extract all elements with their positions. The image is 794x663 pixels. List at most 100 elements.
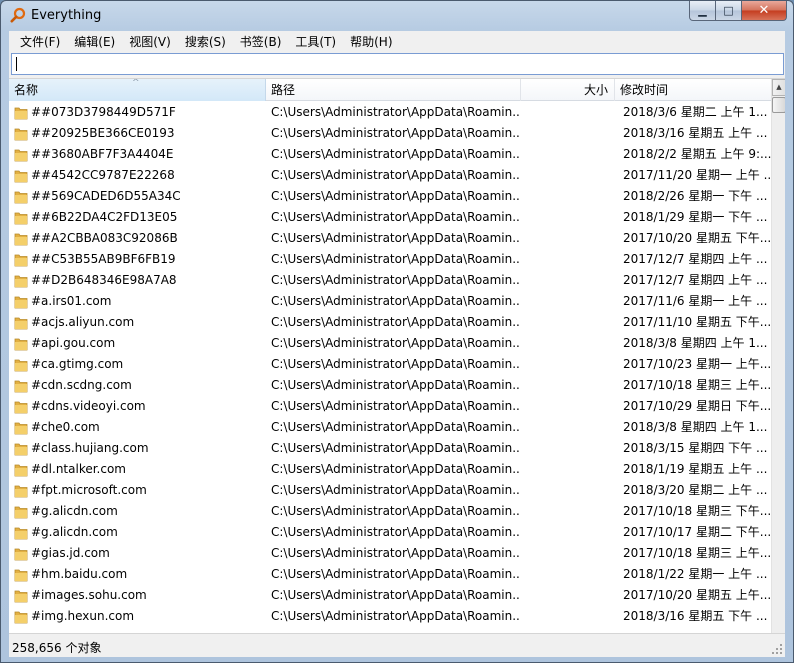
- folder-icon: [14, 170, 28, 183]
- table-row[interactable]: ##073D3798449D571F C:\Users\Administrator…: [9, 102, 771, 123]
- scroll-up-button[interactable]: ▲: [772, 79, 785, 96]
- file-path: C:\Users\Administrator\AppData\Roamin...: [271, 210, 521, 224]
- file-modified: 2018/2/2 星期五 上午 9:...: [623, 147, 771, 161]
- results-list[interactable]: ^ 名称 路径 大小 修改时间 ##073D3798449D571F C:\Use…: [9, 78, 785, 633]
- table-row[interactable]: #che0.com C:\Users\Administrator\AppData\…: [9, 417, 771, 438]
- close-icon: ✕: [758, 3, 770, 18]
- search-input[interactable]: [11, 53, 784, 75]
- table-row[interactable]: #g.alicdn.com C:\Users\Administrator\AppD…: [9, 522, 771, 543]
- table-row[interactable]: #images.sohu.com C:\Users\Administrator\A…: [9, 585, 771, 606]
- table-row[interactable]: #ca.gtimg.com C:\Users\Administrator\AppD…: [9, 354, 771, 375]
- column-header-path[interactable]: 路径: [266, 79, 521, 101]
- table-row[interactable]: ##A2CBBA083C92086B C:\Users\Administrator…: [9, 228, 771, 249]
- table-row[interactable]: #dl.ntalker.com C:\Users\Administrator\Ap…: [9, 459, 771, 480]
- table-row[interactable]: ##D2B648346E98A7A8 C:\Users\Administrator…: [9, 270, 771, 291]
- status-bar: 258,656 个对象: [9, 633, 785, 657]
- table-row[interactable]: #g.alicdn.com C:\Users\Administrator\AppD…: [9, 501, 771, 522]
- column-header-size[interactable]: 大小: [521, 79, 615, 101]
- file-name: ##569CADED6D55A34C: [31, 189, 181, 203]
- file-name: ##4542CC9787E22268: [31, 168, 175, 182]
- column-header-path-label: 路径: [271, 83, 296, 97]
- column-header-name[interactable]: ^ 名称: [9, 79, 266, 101]
- resize-grip-icon[interactable]: [771, 643, 783, 655]
- file-modified: 2018/1/19 星期五 上午 ...: [623, 462, 768, 476]
- file-path: C:\Users\Administrator\AppData\Roamin...: [271, 399, 521, 413]
- table-row[interactable]: #img.hexun.com C:\Users\Administrator\App…: [9, 606, 771, 627]
- folder-icon: [14, 128, 28, 141]
- table-row[interactable]: ##6B22DA4C2FD13E05 C:\Users\Administrator…: [9, 207, 771, 228]
- file-modified: 2017/10/20 星期五 上午...: [623, 588, 771, 602]
- file-path: C:\Users\Administrator\AppData\Roamin...: [271, 462, 521, 476]
- title-bar[interactable]: Everything ▁ □ ✕: [1, 1, 793, 31]
- menu-search[interactable]: 搜索(S): [178, 33, 233, 50]
- menu-help[interactable]: 帮助(H): [343, 33, 399, 50]
- table-row[interactable]: #cdns.videoyi.com C:\Users\Administrator\…: [9, 396, 771, 417]
- file-path: C:\Users\Administrator\AppData\Roamin...: [271, 189, 521, 203]
- menu-file[interactable]: 文件(F): [13, 33, 67, 50]
- file-path: C:\Users\Administrator\AppData\Roamin...: [271, 105, 521, 119]
- table-row[interactable]: #gias.jd.com C:\Users\Administrator\AppDa…: [9, 543, 771, 564]
- table-row[interactable]: ##4542CC9787E22268 C:\Users\Administrator…: [9, 165, 771, 186]
- file-modified: 2017/10/18 星期三 上午...: [623, 546, 771, 560]
- menu-bar: 文件(F) 编辑(E) 视图(V) 搜索(S) 书签(B) 工具(T) 帮助(H…: [9, 31, 785, 51]
- file-path: C:\Users\Administrator\AppData\Roamin...: [271, 294, 521, 308]
- file-path: C:\Users\Administrator\AppData\Roamin...: [271, 567, 521, 581]
- file-modified: 2017/10/23 星期一 上午...: [623, 357, 771, 371]
- table-row[interactable]: #fpt.microsoft.com C:\Users\Administrator…: [9, 480, 771, 501]
- table-row[interactable]: #class.hujiang.com C:\Users\Administrator…: [9, 438, 771, 459]
- file-name: ##C53B55AB9BF6FB19: [31, 252, 176, 266]
- everything-app-icon: [10, 7, 26, 23]
- table-row[interactable]: #a.irs01.com C:\Users\Administrator\AppDa…: [9, 291, 771, 312]
- file-modified: 2018/3/8 星期四 上午 1...: [623, 336, 768, 350]
- file-modified: 2018/3/16 星期五 上午 ...: [623, 126, 768, 140]
- table-row[interactable]: ##C53B55AB9BF6FB19 C:\Users\Administrator…: [9, 249, 771, 270]
- file-modified: 2017/10/17 星期二 下午...: [623, 525, 771, 539]
- folder-icon: [14, 548, 28, 561]
- menu-tools[interactable]: 工具(T): [288, 33, 343, 50]
- folder-icon: [14, 149, 28, 162]
- file-path: C:\Users\Administrator\AppData\Roamin...: [271, 378, 521, 392]
- file-modified: 2018/1/22 星期一 上午 ...: [623, 567, 768, 581]
- folder-icon: [14, 590, 28, 603]
- file-path: C:\Users\Administrator\AppData\Roamin...: [271, 273, 521, 287]
- file-path: C:\Users\Administrator\AppData\Roamin...: [271, 252, 521, 266]
- file-path: C:\Users\Administrator\AppData\Roamin...: [271, 315, 521, 329]
- table-row[interactable]: #hm.baidu.com C:\Users\Administrator\AppD…: [9, 564, 771, 585]
- file-path: C:\Users\Administrator\AppData\Roamin...: [271, 336, 521, 350]
- file-name: #g.alicdn.com: [31, 504, 118, 518]
- file-modified: 2017/10/20 星期五 下午...: [623, 231, 771, 245]
- column-header-modified[interactable]: 修改时间: [615, 79, 771, 101]
- table-row[interactable]: #cdn.scdng.com C:\Users\Administrator\App…: [9, 375, 771, 396]
- file-path: C:\Users\Administrator\AppData\Roamin...: [271, 609, 521, 623]
- close-button[interactable]: ✕: [742, 1, 787, 21]
- table-row[interactable]: #acjs.aliyun.com C:\Users\Administrator\A…: [9, 312, 771, 333]
- table-row[interactable]: ##20925BE366CE0193 C:\Users\Administrator…: [9, 123, 771, 144]
- folder-icon: [14, 401, 28, 414]
- vertical-scrollbar[interactable]: ▲: [771, 79, 785, 633]
- file-path: C:\Users\Administrator\AppData\Roamin...: [271, 504, 521, 518]
- file-modified: 2017/12/7 星期四 上午 ...: [623, 252, 768, 266]
- menu-edit[interactable]: 编辑(E): [67, 33, 122, 50]
- file-path: C:\Users\Administrator\AppData\Roamin...: [271, 126, 521, 140]
- file-name: #gias.jd.com: [31, 546, 110, 560]
- file-modified: 2017/11/10 星期五 下午...: [623, 315, 771, 329]
- table-row[interactable]: ##569CADED6D55A34C C:\Users\Administrator…: [9, 186, 771, 207]
- file-name: ##6B22DA4C2FD13E05: [31, 210, 178, 224]
- maximize-button[interactable]: □: [716, 1, 742, 21]
- scroll-thumb[interactable]: [772, 97, 785, 113]
- menu-bookmarks[interactable]: 书签(B): [233, 33, 289, 50]
- file-modified: 2018/3/20 星期二 上午 ...: [623, 483, 768, 497]
- minimize-button[interactable]: ▁: [689, 1, 716, 21]
- file-modified: 2018/3/8 星期四 上午 1...: [623, 420, 768, 434]
- file-modified: 2017/11/6 星期一 上午 ...: [623, 294, 768, 308]
- file-modified: 2017/11/20 星期一 上午 ...: [623, 168, 771, 182]
- file-name: #images.sohu.com: [31, 588, 147, 602]
- file-name: ##20925BE366CE0193: [31, 126, 175, 140]
- table-row[interactable]: ##3680ABF7F3A4404E C:\Users\Administrator…: [9, 144, 771, 165]
- menu-view[interactable]: 视图(V): [122, 33, 178, 50]
- table-row[interactable]: #api.gou.com C:\Users\Administrator\AppDa…: [9, 333, 771, 354]
- caption-buttons: ▁ □ ✕: [689, 1, 787, 21]
- file-name: #che0.com: [31, 420, 100, 434]
- search-bar: [9, 51, 785, 78]
- folder-icon: [14, 380, 28, 393]
